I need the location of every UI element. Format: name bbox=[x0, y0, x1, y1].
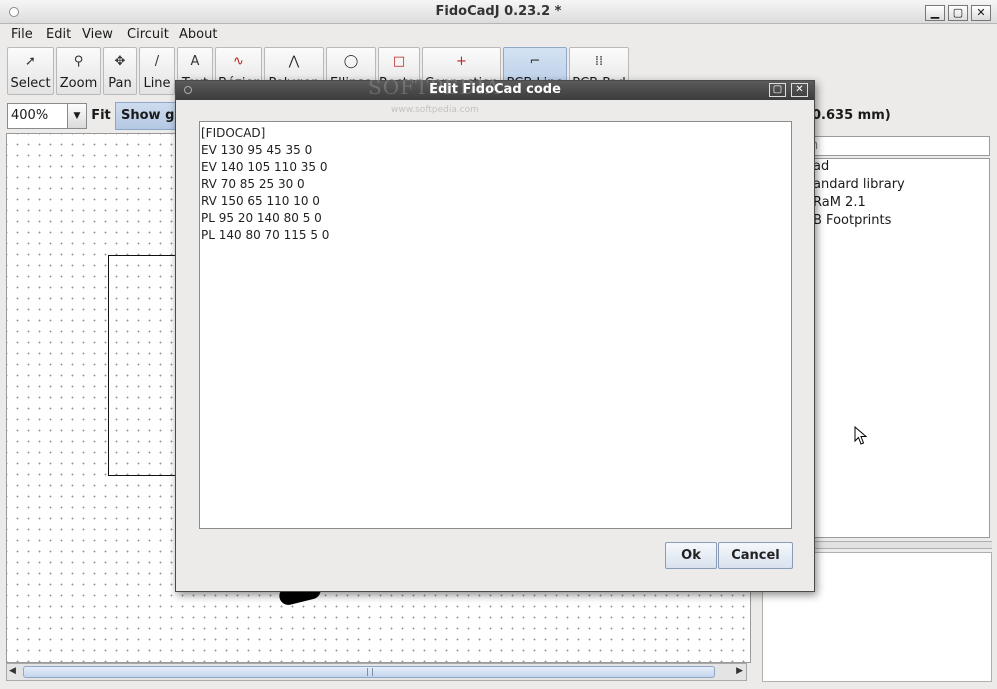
code-line: RV 70 85 25 30 0 bbox=[201, 177, 305, 191]
watermark-url: www.softpedia.com bbox=[391, 105, 479, 115]
horizontal-scrollbar[interactable]: ◀ ▶ bbox=[6, 663, 747, 681]
scrollbar-thumb[interactable] bbox=[23, 666, 715, 678]
pcb-line-icon: ⌐ bbox=[529, 54, 541, 69]
text-icon: A bbox=[190, 54, 200, 69]
minimize-button[interactable]: ▁ bbox=[925, 5, 945, 21]
ellipse-icon: ◯ bbox=[343, 54, 359, 69]
scroll-right-icon[interactable]: ▶ bbox=[736, 666, 743, 676]
library-item[interactable]: ad bbox=[813, 159, 829, 174]
code-line: RV 150 65 110 10 0 bbox=[201, 194, 320, 208]
bezier-icon: ∿ bbox=[233, 54, 244, 69]
edit-code-dialog: SOFTPEDIA Edit FidoCad code ▢ ✕ www.soft… bbox=[175, 75, 815, 592]
cancel-button[interactable]: Cancel bbox=[718, 542, 793, 569]
window-title: FidoCadJ 0.23.2 * bbox=[435, 4, 562, 19]
maximize-button[interactable]: ▢ bbox=[948, 5, 968, 21]
coordinate-readout: 0.635 mm) bbox=[812, 108, 891, 123]
grip-icon bbox=[367, 668, 373, 676]
tool-line-button[interactable]: / Line bbox=[139, 47, 175, 95]
pcb-pad-icon: ⁞⁞ bbox=[594, 54, 604, 69]
code-line: EV 130 95 45 35 0 bbox=[201, 143, 313, 157]
connection-icon: + bbox=[456, 54, 467, 69]
line-icon: / bbox=[154, 54, 160, 69]
code-line: EV 140 105 110 35 0 bbox=[201, 160, 328, 174]
code-line: [FIDOCAD] bbox=[201, 126, 266, 140]
show-grid-toggle[interactable]: Show grid bbox=[115, 102, 177, 130]
dialog-close-button[interactable]: ✕ bbox=[791, 83, 808, 97]
tool-select-button[interactable]: ➚ Select bbox=[7, 47, 54, 95]
close-button[interactable]: ✕ bbox=[971, 5, 991, 21]
fit-button[interactable]: Fit bbox=[89, 103, 113, 129]
arrow-icon: ➚ bbox=[25, 54, 36, 69]
menu-file[interactable]: File bbox=[11, 27, 33, 42]
move-icon: ✥ bbox=[114, 54, 126, 69]
menu-circuit[interactable]: Circuit bbox=[127, 27, 169, 42]
menu-bar: File Edit View Circuit About bbox=[0, 24, 997, 46]
zoom-value: 400% bbox=[11, 108, 49, 123]
menu-view[interactable]: View bbox=[82, 27, 113, 42]
polygon-icon: ⋀ bbox=[288, 54, 300, 69]
chevron-down-icon[interactable]: ▼ bbox=[67, 104, 86, 128]
menu-edit[interactable]: Edit bbox=[46, 27, 71, 42]
magnifier-icon: ⚲ bbox=[73, 54, 84, 69]
tool-label: Pan bbox=[108, 76, 132, 91]
rectangle-icon: □ bbox=[392, 54, 406, 69]
tool-label: Select bbox=[10, 76, 51, 91]
code-textarea[interactable]: [FIDOCAD] EV 130 95 45 35 0 EV 140 105 1… bbox=[199, 121, 792, 529]
window-titlebar: FidoCadJ 0.23.2 * ▁ ▢ ✕ bbox=[0, 0, 997, 24]
tool-zoom-button[interactable]: ⚲ Zoom bbox=[56, 47, 101, 95]
dialog-maximize-button[interactable]: ▢ bbox=[769, 83, 786, 97]
library-item[interactable]: andard library bbox=[813, 177, 905, 192]
code-line: PL 95 20 140 80 5 0 bbox=[201, 211, 322, 225]
menu-about[interactable]: About bbox=[179, 27, 217, 42]
ok-button[interactable]: Ok bbox=[665, 542, 717, 569]
zoom-combobox[interactable]: 400% ▼ bbox=[7, 103, 87, 129]
dialog-title: Edit FidoCad code bbox=[429, 82, 561, 97]
dialog-titlebar: SOFTPEDIA Edit FidoCad code ▢ ✕ bbox=[176, 75, 814, 100]
scroll-left-icon[interactable]: ◀ bbox=[9, 666, 16, 676]
tool-label: Line bbox=[143, 76, 171, 91]
mouse-cursor-icon bbox=[854, 426, 868, 445]
tool-pan-button[interactable]: ✥ Pan bbox=[103, 47, 137, 95]
tool-label: Zoom bbox=[59, 76, 98, 91]
library-item[interactable]: RaM 2.1 bbox=[813, 195, 866, 210]
code-line: PL 140 80 70 115 5 0 bbox=[201, 228, 330, 242]
library-item[interactable]: B Footprints bbox=[813, 213, 891, 228]
